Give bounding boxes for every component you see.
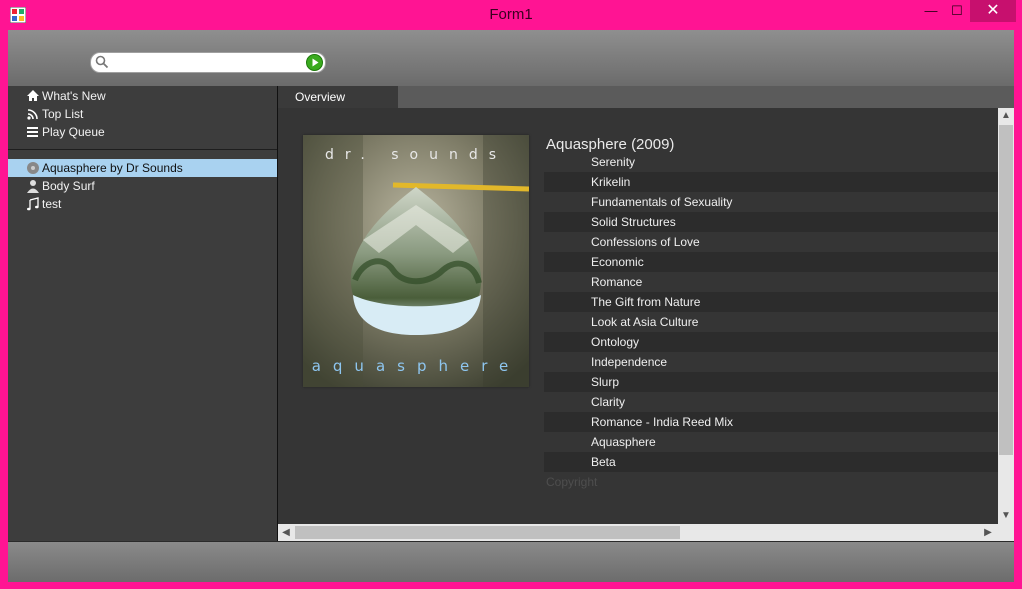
track-row[interactable]: Look at Asia Culture (544, 312, 998, 332)
bottom-player-bar (8, 541, 1014, 582)
scroll-down-icon[interactable]: ▼ (998, 508, 1014, 524)
maximize-button[interactable]: ☐ (944, 0, 970, 22)
title-bar: Form1 — ☐ ✕ (0, 0, 1022, 30)
close-button[interactable]: ✕ (970, 0, 1016, 22)
nav-item-label: What's New (42, 89, 106, 103)
playlist-item-aquasphere[interactable]: Aquasphere by Dr Sounds (8, 159, 277, 177)
music-note-icon (27, 197, 39, 211)
album-cover-art (303, 135, 529, 387)
track-row[interactable]: Romance (544, 272, 998, 292)
copyright-text: Copyright (546, 475, 598, 489)
track-row[interactable]: Independence (544, 352, 998, 372)
track-row[interactable]: Aquasphere (544, 432, 998, 452)
playlist-item-label: Aquasphere by Dr Sounds (42, 161, 183, 175)
track-row[interactable]: Ontology (544, 332, 998, 352)
scroll-up-icon[interactable]: ▲ (998, 108, 1014, 124)
track-list: Serenity Krikelin Fundamentals of Sexual… (544, 152, 998, 472)
track-row[interactable]: Solid Structures (544, 212, 998, 232)
cover-album-text: aquasphere (311, 357, 521, 375)
scrollbar-corner (998, 524, 1014, 541)
track-row[interactable]: Clarity (544, 392, 998, 412)
track-row[interactable]: The Gift from Nature (544, 292, 998, 312)
vertical-scrollbar[interactable]: ▲ ▼ (998, 108, 1014, 524)
signal-icon (27, 109, 38, 120)
nav-item-label: Top List (42, 107, 84, 121)
window-title: Form1 (489, 6, 533, 23)
tab-overview[interactable]: Overview (278, 86, 398, 108)
album-overview: dr. sounds aquasphere Aquasphere (2009) … (278, 108, 998, 524)
track-row[interactable]: Economic (544, 252, 998, 272)
horizontal-scroll-thumb[interactable] (295, 526, 680, 539)
tab-strip: Overview (278, 86, 1014, 108)
playlist-item-body-surf[interactable]: Body Surf (8, 177, 277, 195)
album-cover: dr. sounds aquasphere (303, 135, 529, 387)
nav-item-label: Play Queue (42, 125, 105, 139)
nav-item-play-queue[interactable]: Play Queue (26, 123, 105, 141)
playlist-item-label: Body Surf (42, 179, 95, 193)
track-row[interactable]: Krikelin (544, 172, 998, 192)
play-search-button[interactable] (306, 54, 323, 71)
search-input[interactable] (115, 54, 303, 69)
track-row[interactable]: Serenity (544, 152, 998, 172)
user-icon (27, 180, 39, 193)
vertical-scroll-thumb[interactable] (999, 125, 1013, 455)
nav-item-whats-new[interactable]: What's New (26, 87, 106, 105)
track-row[interactable]: Confessions of Love (544, 232, 998, 252)
search-box[interactable] (90, 52, 326, 73)
list-icon (27, 127, 38, 137)
sidebar: What's New Top List Play Queue Aquaspher… (8, 86, 277, 542)
playlist-item-test[interactable]: test (8, 195, 277, 213)
track-row[interactable]: Slurp (544, 372, 998, 392)
home-icon (27, 90, 39, 101)
track-row[interactable]: Fundamentals of Sexuality (544, 192, 998, 212)
minimize-button[interactable]: — (918, 0, 944, 22)
track-row[interactable]: Romance - India Reed Mix (544, 412, 998, 432)
horizontal-scrollbar[interactable]: ◀ ▶ (278, 524, 998, 541)
top-toolbar (8, 30, 1014, 86)
scroll-left-icon[interactable]: ◀ (278, 525, 294, 541)
playlist-item-label: test (42, 197, 62, 211)
scroll-right-icon[interactable]: ▶ (980, 525, 996, 541)
search-icon (95, 55, 109, 69)
album-disc-icon (27, 162, 39, 174)
cover-artist-text: dr. sounds (324, 147, 508, 163)
track-row[interactable]: Beta (544, 452, 998, 472)
sidebar-divider (8, 149, 277, 150)
album-title: Aquasphere (2009) (546, 136, 675, 153)
nav-item-top-list[interactable]: Top List (26, 105, 83, 123)
client-area: What's New Top List Play Queue Aquaspher… (8, 30, 1014, 582)
